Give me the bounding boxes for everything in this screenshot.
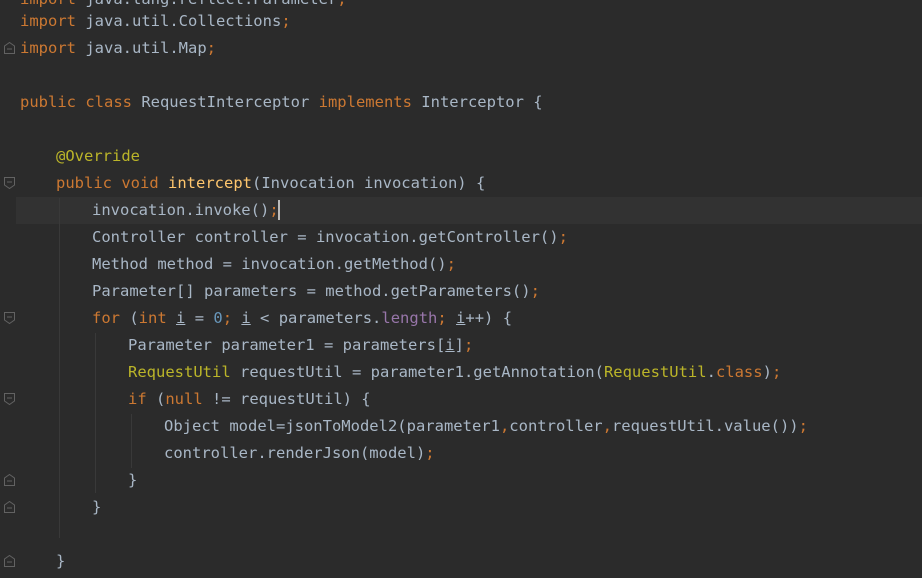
code-line[interactable]: Parameter[] parameters = method.getParam… [92, 278, 540, 305]
code-token: } [92, 498, 102, 516]
code-token: Object model=jsonToModel2(parameter1 [164, 417, 500, 435]
punctuation-token: ; [437, 309, 457, 327]
keyword-token: import [20, 39, 76, 57]
code-token: ++) { [465, 309, 513, 327]
code-line[interactable]: public void intercept(Invocation invocat… [56, 170, 485, 197]
code-token: ( [146, 390, 166, 408]
method-name-token: intercept [168, 174, 252, 192]
code-lines[interactable]: import java.lang.reflect.Parameter; impo… [20, 0, 920, 578]
fold-marker-icon[interactable] [4, 501, 15, 513]
code-line[interactable]: Object model=jsonToModel2(parameter1,con… [164, 413, 808, 440]
code-line[interactable]: } [128, 467, 137, 494]
code-token: Controller controller = invocation.getCo… [92, 228, 559, 246]
punctuation-token: ; [558, 228, 568, 246]
fold-marker-icon[interactable] [4, 42, 15, 54]
code-line[interactable]: Method method = invocation.getMethod(); [92, 251, 456, 278]
code-line[interactable]: import java.util.Map; [20, 35, 216, 62]
punctuation-token: ; [463, 336, 474, 354]
punctuation-token: ; [798, 417, 808, 435]
fold-marker-icon[interactable] [4, 555, 15, 567]
keyword-token: if [128, 390, 147, 408]
code-token: RequestInterceptor [131, 93, 319, 111]
text-caret [277, 200, 280, 220]
keyword-token: public class [20, 93, 132, 111]
code-token: ) [762, 363, 772, 381]
code-token: invocation.invoke() [92, 201, 270, 219]
punctuation-token: ; [337, 0, 346, 8]
keyword-token: public void [56, 174, 159, 192]
code-token: ] [454, 336, 464, 354]
code-token: java.util.Collections [76, 12, 282, 30]
code-editor[interactable]: import java.lang.reflect.Parameter; impo… [0, 0, 922, 578]
keyword-token: null [165, 390, 203, 408]
variable-token: i [456, 309, 466, 327]
code-line[interactable]: } [92, 494, 101, 521]
code-token: != requestUtil) { [202, 390, 371, 408]
variable-token: i [241, 309, 251, 327]
code-token: Interceptor { [411, 93, 543, 111]
fold-marker-icon[interactable] [4, 393, 15, 405]
keyword-token: class [715, 363, 763, 381]
code-line[interactable]: controller.renderJson(model); [164, 440, 435, 467]
punctuation-token: ; [206, 39, 216, 57]
punctuation-token: ; [771, 363, 782, 381]
field-token: length [381, 309, 438, 327]
code-token: } [56, 552, 66, 570]
keyword-token: import [20, 0, 76, 8]
keyword-token: int [138, 309, 167, 327]
code-token: Parameter parameter1 = parameters[ [128, 336, 446, 354]
punctuation-token: , [602, 417, 612, 435]
code-line[interactable]: Controller controller = invocation.getCo… [92, 224, 568, 251]
code-line[interactable]: import java.util.Collections; [20, 8, 291, 35]
code-line[interactable]: if (null != requestUtil) { [128, 386, 371, 413]
code-token: . [706, 363, 716, 381]
gutter [0, 0, 20, 578]
code-token: controller [509, 417, 603, 435]
punctuation-token: ; [446, 255, 456, 273]
code-token: } [128, 471, 138, 489]
variable-token: i [176, 309, 186, 327]
variable-token: i [445, 336, 455, 354]
punctuation-token: ; [281, 12, 291, 30]
punctuation-token: ; [425, 444, 435, 462]
fold-marker-icon[interactable] [4, 474, 15, 486]
punctuation-token: , [499, 417, 510, 435]
punctuation-token: ; [530, 282, 540, 300]
code-token: requestUtil = parameter1.getAnnotation( [230, 363, 604, 381]
code-token: Parameter[] parameters = method.getParam… [92, 282, 531, 300]
code-line[interactable]: public class RequestInterceptor implemen… [20, 89, 543, 116]
fold-marker-icon[interactable] [4, 312, 15, 324]
code-token: (Invocation invocation) { [252, 174, 486, 192]
code-line[interactable]: invocation.invoke(); [92, 197, 280, 224]
number-token: 0 [213, 309, 223, 327]
annotation-type-token: RequestUtil [603, 363, 707, 381]
indent-guide [131, 414, 132, 468]
code-token: ( [120, 309, 139, 327]
keyword-token: for [92, 309, 120, 327]
indent-guide [95, 333, 96, 493]
fold-marker-icon[interactable] [4, 177, 15, 189]
code-token: requestUtil.value()) [611, 417, 799, 435]
annotation-type-token: RequestUtil [128, 363, 231, 381]
code-line[interactable]: @Override [56, 143, 140, 170]
code-token: java.lang.reflect.Parameter [76, 0, 337, 8]
code-token: controller.renderJson(model) [164, 444, 426, 462]
code-token: < parameters. [250, 309, 382, 327]
annotation-token: @Override [56, 147, 140, 165]
code-line[interactable]: for (int i = 0; i < parameters.length; i… [92, 305, 512, 332]
code-line[interactable]: } [56, 548, 65, 575]
code-token: java.util.Map [76, 39, 207, 57]
keyword-token: import [20, 12, 76, 30]
indent-guide [59, 198, 60, 538]
keyword-token: implements [318, 93, 412, 111]
code-line[interactable]: RequestUtil requestUtil = parameter1.get… [128, 359, 781, 386]
code-token: = [185, 309, 214, 327]
code-token: Method method = invocation.getMethod() [92, 255, 447, 273]
punctuation-token: ; [222, 309, 242, 327]
code-line[interactable]: Parameter parameter1 = parameters[i]; [128, 332, 473, 359]
